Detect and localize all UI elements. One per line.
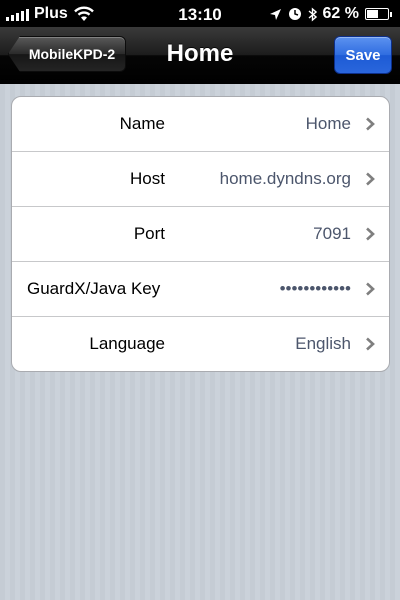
row-port[interactable]: Port 7091 <box>12 207 389 262</box>
row-label: Host <box>130 169 165 188</box>
row-guardx-key[interactable]: GuardX/Java Key •••••••••••• <box>12 262 389 317</box>
settings-group: Name Home Host home.dyndns.org Port 7091… <box>11 96 390 372</box>
bluetooth-icon <box>308 6 317 22</box>
chevron-right-icon <box>366 282 375 296</box>
row-host[interactable]: Host home.dyndns.org <box>12 152 389 207</box>
chevron-right-icon <box>366 172 375 186</box>
row-value: 7091 <box>313 224 351 243</box>
row-label: GuardX/Java Key <box>27 279 161 298</box>
row-name[interactable]: Name Home <box>12 97 389 152</box>
row-label: Name <box>119 114 165 133</box>
row-value: Home <box>305 114 351 133</box>
status-bar-right: 62 % <box>269 5 392 23</box>
chevron-right-icon <box>366 337 375 351</box>
row-label: Port <box>133 224 165 243</box>
status-bar: Plus 13:10 62 % <box>0 0 400 27</box>
battery-percent: 62 % <box>322 5 359 22</box>
alarm-clock-icon <box>288 8 301 20</box>
row-value: English <box>295 334 351 353</box>
row-value: home.dyndns.org <box>219 169 351 188</box>
chevron-right-icon <box>366 227 375 241</box>
battery-icon <box>365 8 392 20</box>
location-icon <box>269 8 281 20</box>
row-language[interactable]: Language English <box>12 317 389 371</box>
chevron-right-icon <box>366 117 375 131</box>
battery-level <box>367 10 379 18</box>
row-value: •••••••••••• <box>279 279 351 298</box>
row-label: Language <box>89 334 165 353</box>
save-button[interactable]: Save <box>334 36 392 74</box>
navigation-bar: MobileKPD-2 Home Save <box>0 27 400 84</box>
